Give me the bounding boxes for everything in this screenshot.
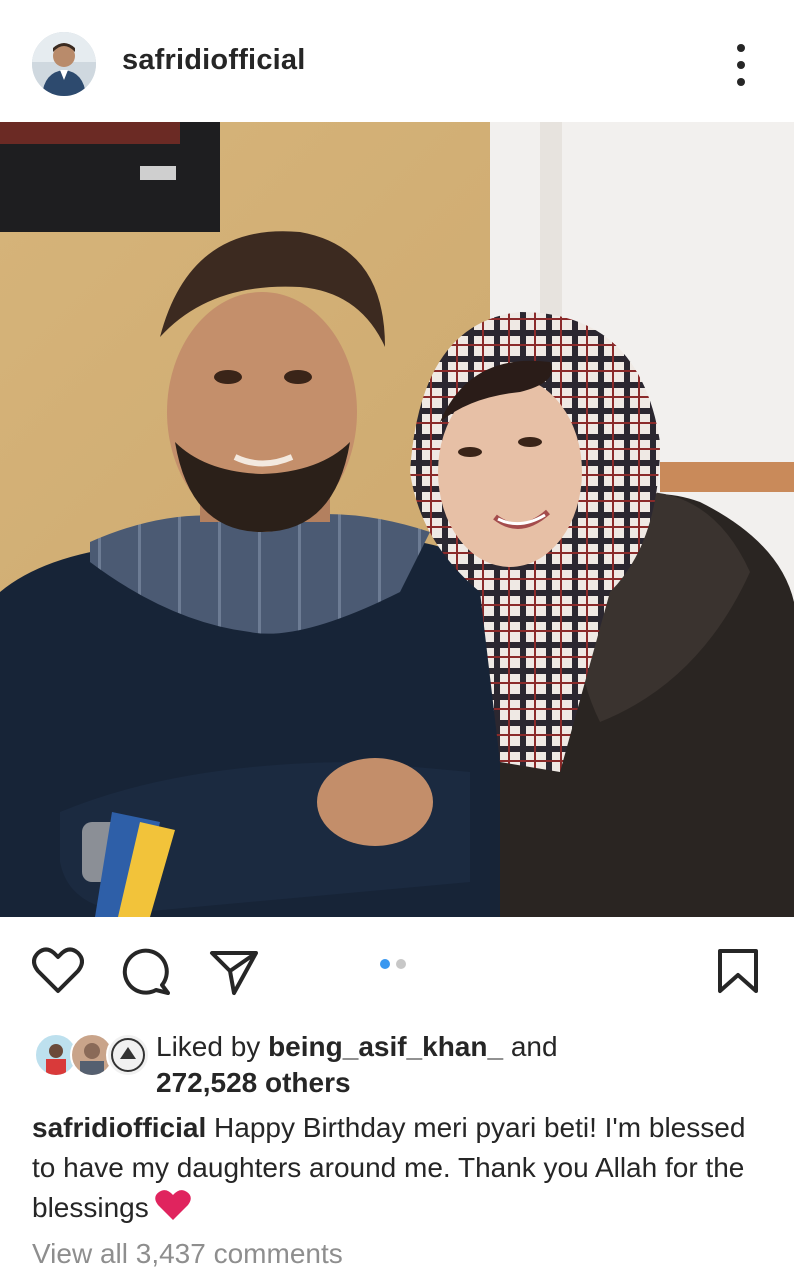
bookmark-icon[interactable] [716, 947, 760, 1000]
action-bar [0, 917, 794, 1025]
carousel-dot [396, 959, 406, 969]
likes-and: and [510, 1031, 558, 1062]
likes-text[interactable]: Liked by being_asif_khan_ and 272,528 ot… [156, 1029, 558, 1101]
post-username[interactable]: safridiofficial [122, 44, 306, 77]
liker-avatars[interactable] [34, 1033, 150, 1077]
carousel-indicator [380, 959, 406, 969]
liker-avatar [106, 1033, 150, 1077]
carousel-dot-active [380, 959, 390, 969]
send-icon[interactable] [208, 947, 260, 1002]
post-image [0, 122, 794, 917]
caption-username[interactable]: safridiofficial [32, 1112, 206, 1143]
heart-icon[interactable] [32, 947, 84, 1000]
avatar-image [32, 32, 96, 96]
post-caption: safridiofficial Happy Birthday meri pyar… [32, 1108, 772, 1232]
likes-prefix: Liked by [156, 1031, 261, 1062]
red-heart-icon [154, 1189, 191, 1232]
likes-count[interactable]: 272,528 others [156, 1067, 351, 1098]
likes-row: Liked by being_asif_khan_ and 272,528 ot… [34, 1025, 774, 1105]
view-all-comments-link[interactable]: View all 3,437 comments [32, 1238, 343, 1270]
post-header: safridiofficial [0, 0, 794, 122]
comment-icon[interactable] [122, 947, 172, 1002]
post-photo[interactable] [0, 122, 794, 917]
profile-avatar[interactable] [32, 32, 96, 96]
more-options-icon[interactable] [728, 44, 754, 86]
top-liker[interactable]: being_asif_khan_ [268, 1031, 503, 1062]
